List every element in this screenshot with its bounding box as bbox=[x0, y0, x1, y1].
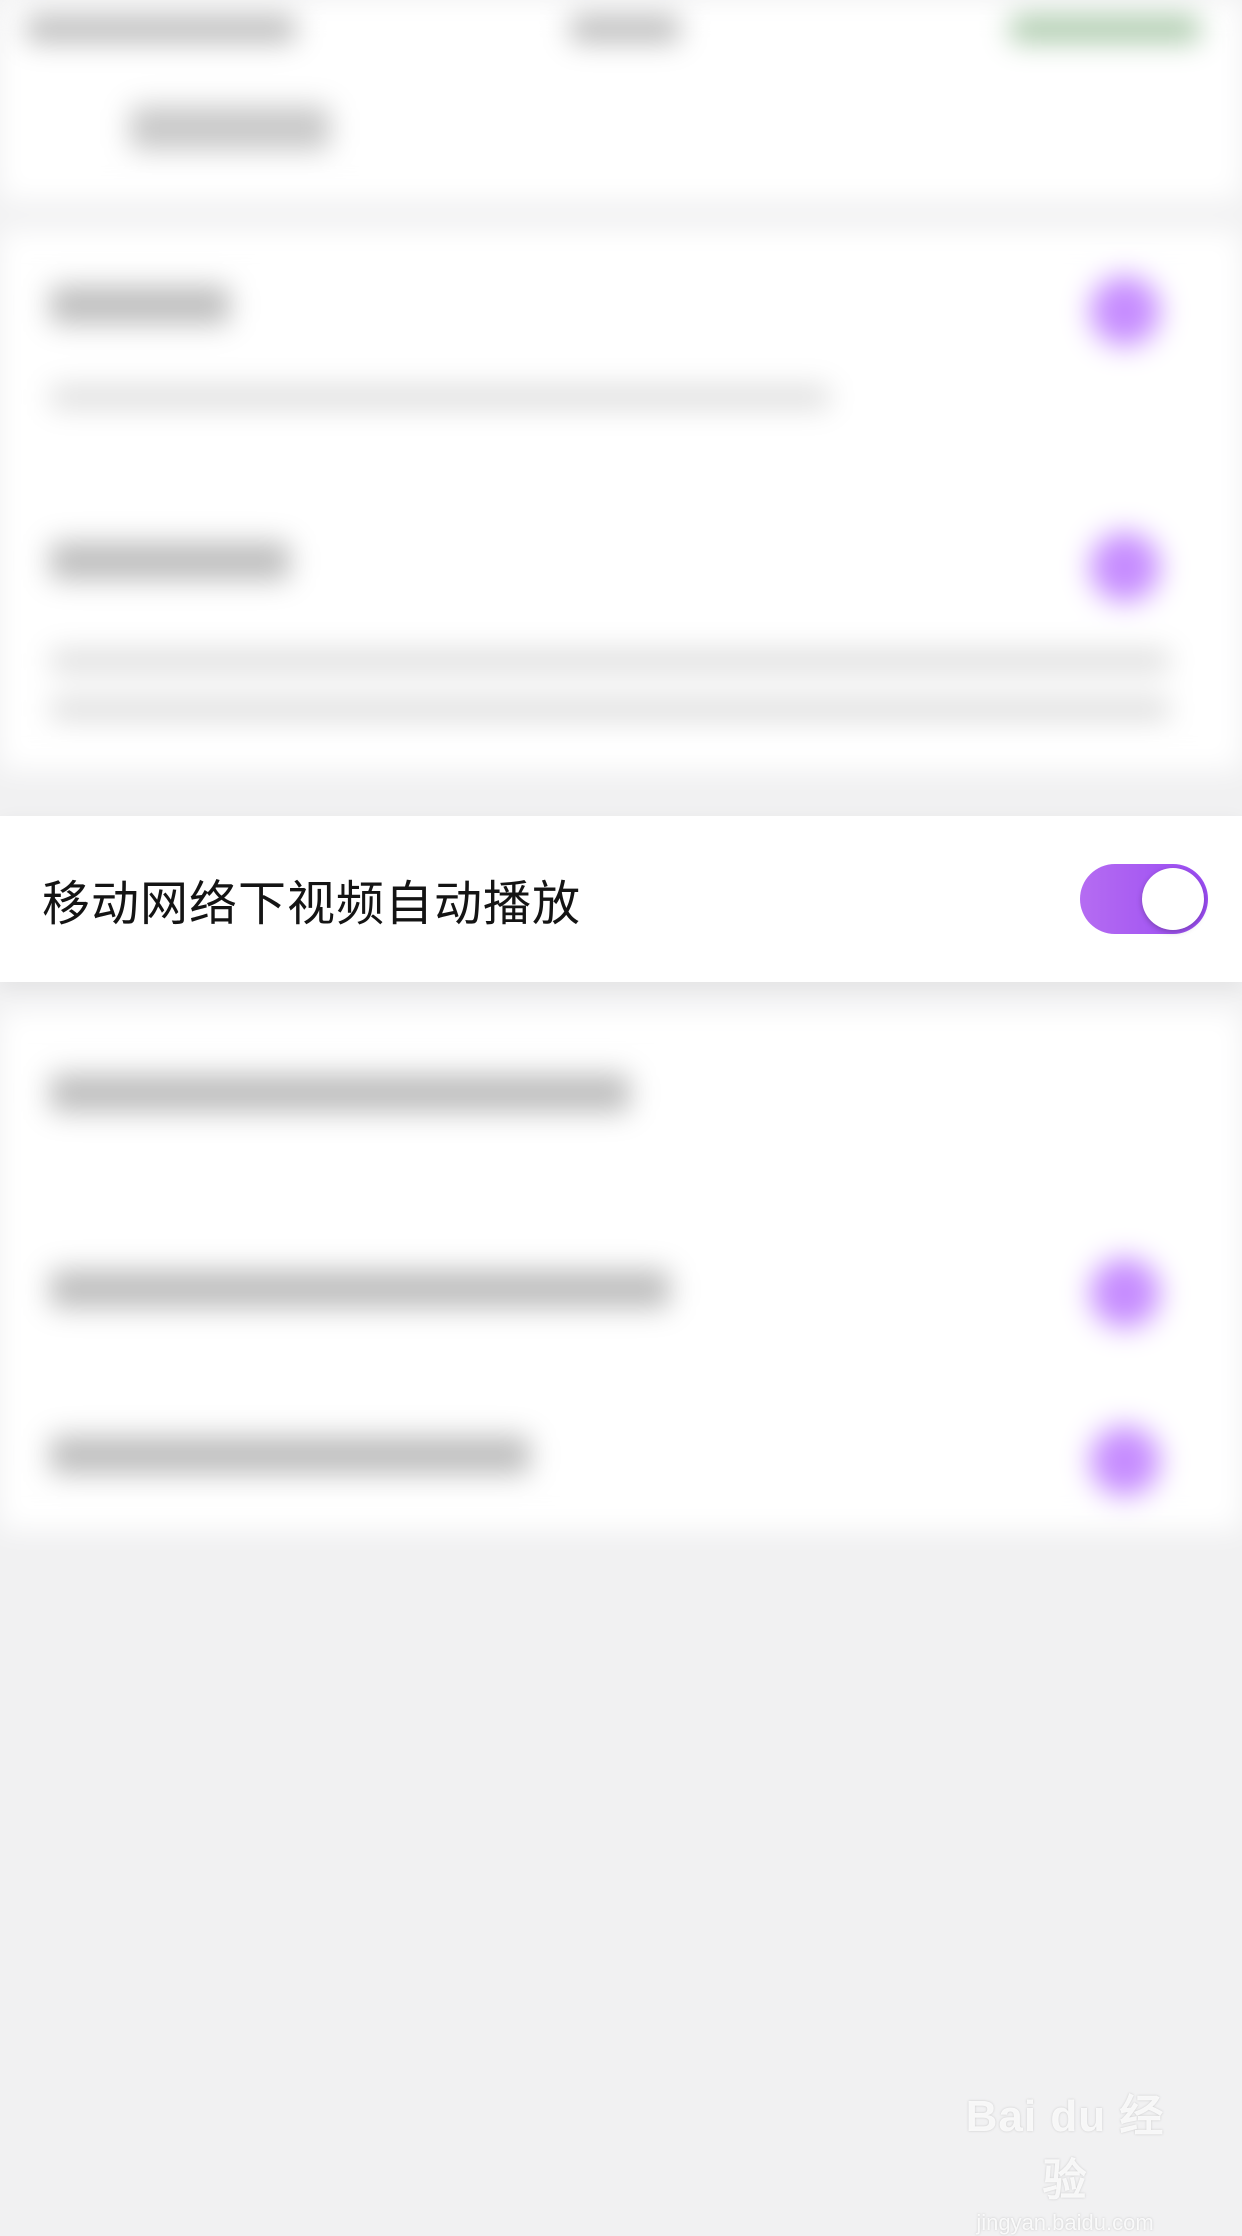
watermark-url: jingyan.baidu.com bbox=[976, 2210, 1154, 2235]
toggle-blur bbox=[1090, 1258, 1160, 1328]
baidu-jingyan-watermark: Bai du 经验 jingyan.baidu.com bbox=[950, 2080, 1180, 2235]
setting-title-blur bbox=[50, 286, 230, 324]
setting-desc-blur bbox=[50, 386, 830, 408]
autoplay-toggle[interactable] bbox=[1080, 864, 1208, 934]
status-bar-time bbox=[570, 16, 680, 42]
setting-title-blur bbox=[50, 542, 290, 580]
toggle-knob bbox=[1142, 868, 1204, 930]
toggle-blur bbox=[1090, 276, 1160, 346]
toggle-blur bbox=[1090, 1426, 1160, 1496]
blurred-background bbox=[0, 0, 1242, 1560]
setting-desc-blur bbox=[50, 698, 1170, 720]
autoplay-setting-row: 移动网络下视频自动播放 bbox=[0, 816, 1242, 982]
setting-title-blur bbox=[50, 1074, 630, 1112]
status-bar-right bbox=[1010, 16, 1200, 42]
watermark-brand: Bai du 经验 bbox=[965, 2092, 1165, 2205]
setting-title-blur bbox=[50, 1270, 670, 1308]
setting-desc-blur bbox=[50, 650, 1170, 672]
page-title-blur bbox=[130, 106, 330, 150]
setting-title-blur bbox=[50, 1436, 530, 1474]
toggle-blur bbox=[1090, 532, 1160, 602]
status-bar-left bbox=[26, 16, 296, 42]
autoplay-setting-label: 移动网络下视频自动播放 bbox=[42, 876, 582, 932]
